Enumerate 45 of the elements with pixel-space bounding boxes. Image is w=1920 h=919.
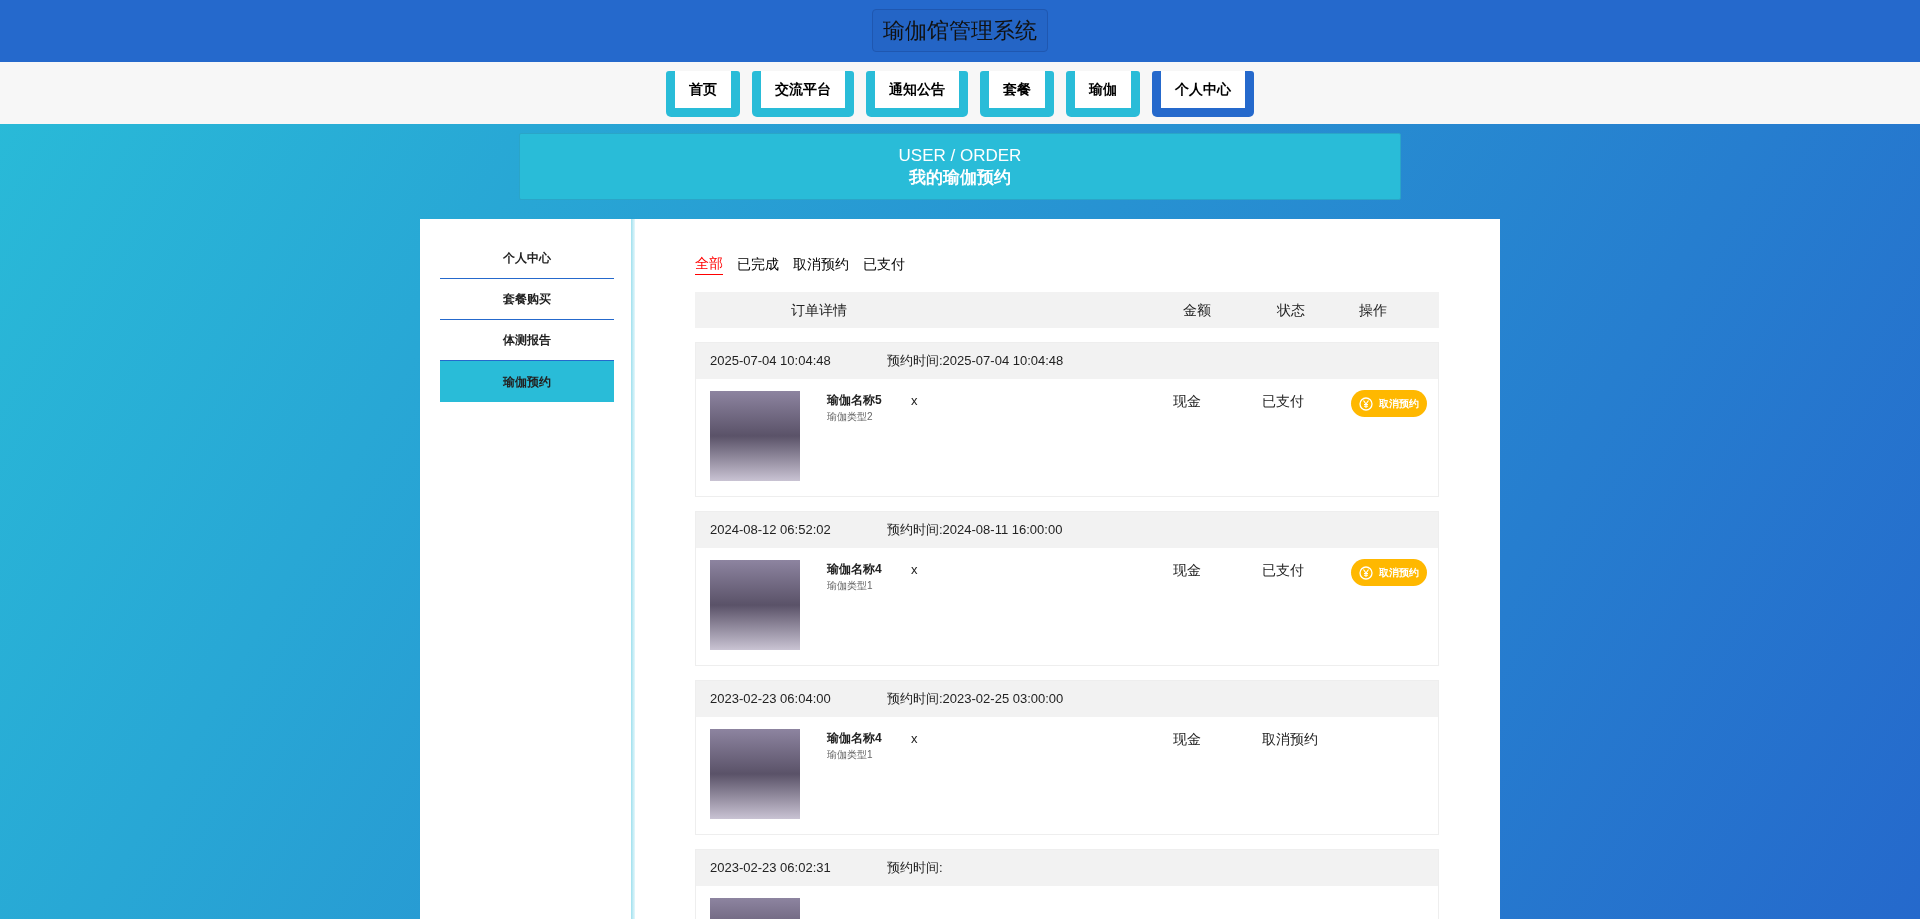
yoga-type: 瑜伽类型2 — [827, 410, 874, 424]
nav-tab[interactable]: 交流平台 — [752, 70, 854, 117]
payment-method: 现金 — [1173, 392, 1202, 411]
sidebar-item[interactable]: 瑜伽预约 — [440, 361, 614, 402]
yoga-type: 瑜伽类型1 — [827, 579, 874, 593]
filter-tab[interactable]: 取消预约 — [793, 253, 849, 275]
banner-title: 我的瑜伽预约 — [909, 166, 1011, 189]
sidebar-item[interactable]: 个人中心 — [440, 238, 614, 279]
column-header: 金额 — [1183, 300, 1212, 320]
order-status: 已支付 — [1262, 561, 1305, 580]
order-created-time: 2025-07-04 10:04:48 — [710, 352, 832, 371]
sidebar-item[interactable]: 套餐购买 — [440, 279, 614, 320]
nav-tab[interactable]: 套餐 — [980, 70, 1054, 117]
filter-tab[interactable]: 已支付 — [863, 253, 905, 275]
yoga-type: 瑜伽类型1 — [827, 748, 874, 762]
nav-tab[interactable]: 首页 — [666, 70, 740, 117]
payment-method: 现金 — [1173, 730, 1202, 749]
payment-method: 现金 — [1173, 561, 1202, 580]
yen-icon — [1359, 396, 1373, 411]
booking-time: 预约时间:2024-08-11 16:00:00 — [887, 521, 1063, 540]
column-header: 状态 — [1277, 300, 1306, 320]
site-title: 瑜伽馆管理系统 — [872, 9, 1048, 53]
booking-time: 预约时间:2023-02-25 03:00:00 — [887, 690, 1064, 709]
order-created-time: 2023-02-23 06:02:31 — [710, 859, 832, 878]
filter-tab[interactable]: 已完成 — [737, 253, 779, 275]
yoga-name: 瑜伽名称4 — [827, 730, 883, 747]
nav-tab[interactable]: 瑜伽 — [1066, 70, 1140, 117]
quantity: x — [911, 730, 919, 748]
order-created-time: 2024-08-12 06:52:02 — [710, 521, 832, 540]
yoga-name: 瑜伽名称5 — [827, 392, 883, 409]
filter-tab[interactable]: 全部 — [695, 253, 723, 275]
nav-tab[interactable]: 通知公告 — [866, 70, 968, 117]
yoga-name: 瑜伽名称4 — [827, 561, 883, 578]
booking-time: 预约时间: — [887, 859, 943, 878]
column-header: 操作 — [1359, 300, 1387, 320]
order-created-time: 2023-02-23 06:04:00 — [710, 690, 832, 709]
order-status: 已支付 — [1262, 392, 1305, 411]
nav-tab[interactable]: 个人中心 — [1152, 70, 1254, 117]
column-header: 订单详情 — [790, 300, 848, 320]
booking-time: 预约时间:2025-07-04 10:04:48 — [887, 352, 1064, 371]
order-status: 取消预约 — [1262, 730, 1319, 749]
yen-icon — [1359, 565, 1373, 580]
banner-subtitle: USER / ORDER — [898, 144, 1022, 167]
quantity: x — [911, 392, 919, 410]
quantity: x — [911, 561, 919, 579]
